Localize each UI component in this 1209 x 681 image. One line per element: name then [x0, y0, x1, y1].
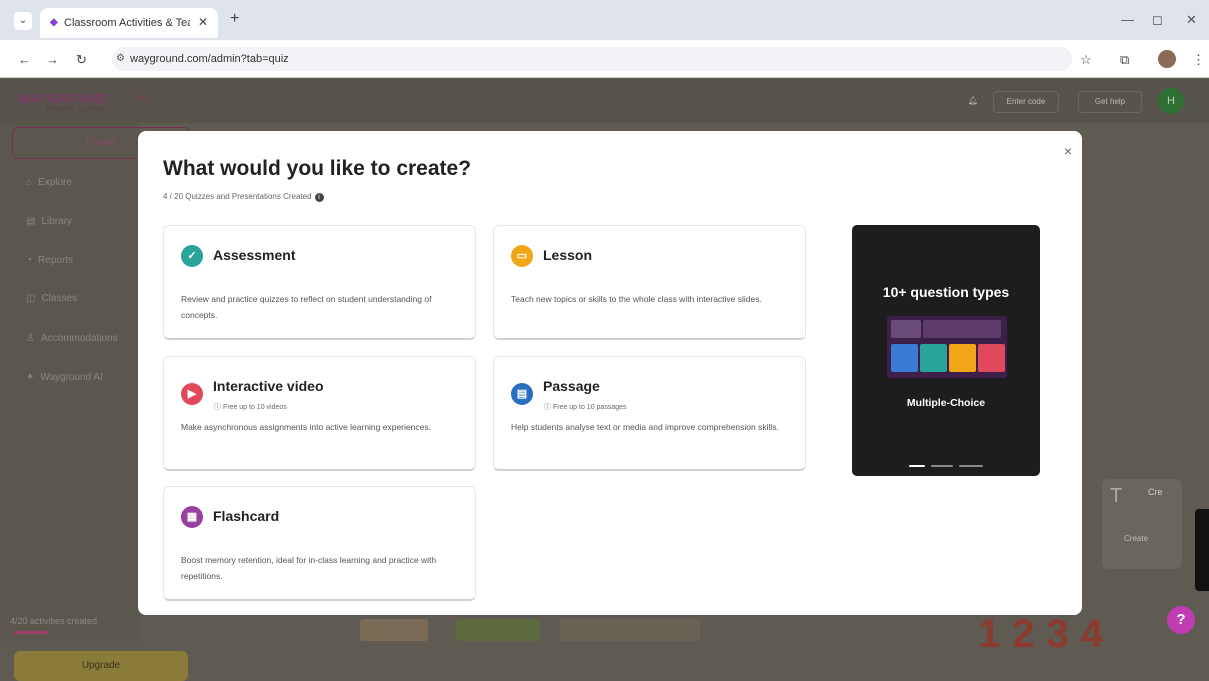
extensions-icon[interactable]: ⧉: [1120, 52, 1129, 68]
background-thumbnails: [360, 619, 780, 641]
background-decoration-numbers: 1234: [978, 612, 1115, 656]
text-icon: T: [1110, 485, 1123, 507]
card-description: Teach new topics or skills to the whole …: [511, 294, 762, 304]
video-play-icon: ▶: [181, 383, 203, 405]
browser-tab-strip: ⌄ ◆ Classroom Activities & Teachin ✕ + —…: [0, 0, 1209, 40]
url-field[interactable]: ⚙ wayground.com/admin?tab=quiz: [112, 47, 1072, 71]
create-card-lesson[interactable]: ▭ Lesson Teach new topics or skills to t…: [493, 225, 806, 340]
restore-icon[interactable]: ◻: [1152, 12, 1163, 28]
browser-tab[interactable]: ◆ Classroom Activities & Teachin ✕: [40, 8, 218, 38]
wayground-logo[interactable]: WAYGROUND formerly Quizizz: [18, 91, 109, 113]
upgrade-button[interactable]: Upgrade: [14, 651, 188, 681]
create-card-flashcard[interactable]: ▦ Flashcard Boost memory retention, idea…: [163, 486, 476, 601]
notification-bell-icon[interactable]: 🔔︎: [962, 91, 984, 113]
app-header: WAYGROUND formerly Quizizz Lite 🔔︎ Enter …: [0, 79, 1209, 123]
card-free-note: ⓘ Free up to 10 videos: [214, 404, 287, 411]
sidebar-item-reports[interactable]: ◔ Reports: [26, 255, 73, 266]
window-close-icon[interactable]: ✕: [1186, 12, 1197, 28]
back-icon[interactable]: ←: [18, 52, 31, 67]
sidebar: Create ⌂ Explore ▤ Library ◔ Reports ◫ Class…: [0, 123, 190, 681]
home-icon: ⌂: [26, 177, 33, 188]
browser-menu-icon[interactable]: ⋮: [1192, 52, 1205, 68]
card-title: Lesson: [543, 247, 593, 263]
info-icon: i: [314, 193, 324, 202]
plan-badge: Lite: [132, 93, 147, 103]
reload-icon[interactable]: ↻: [76, 52, 87, 68]
card-title: Interactive video: [213, 378, 324, 394]
minimize-icon[interactable]: —: [1121, 12, 1134, 27]
wayground-favicon-icon: ◆: [50, 17, 58, 28]
tab-search-button[interactable]: ⌄: [14, 12, 32, 30]
side-toolbar[interactable]: [1195, 509, 1209, 591]
create-modal: × What would you like to create? 4 / 20 …: [138, 131, 1082, 615]
modal-close-icon[interactable]: ×: [1064, 143, 1072, 159]
activities-progress-bar: [14, 631, 48, 634]
modal-subtitle: 4 / 20 Quizzes and Presentations Created…: [163, 192, 324, 202]
enter-code-button[interactable]: Enter code: [993, 91, 1059, 113]
forward-icon[interactable]: →: [46, 52, 59, 67]
browser-tab-title: Classroom Activities & Teachin: [64, 17, 190, 29]
promo-screenshot: [887, 316, 1007, 378]
card-description: Boost memory retention, ideal for in-cla…: [181, 555, 437, 581]
accommodations-icon: ♙: [26, 333, 35, 344]
site-settings-icon[interactable]: ⚙: [116, 47, 125, 71]
library-icon: ▤: [26, 216, 36, 227]
activities-created-count: 4/20 activities created: [10, 616, 98, 626]
reports-icon: ◔: [26, 255, 33, 266]
sidebar-item-library[interactable]: ▤ Library: [26, 216, 72, 227]
create-card-passage[interactable]: ▤ Passage ⓘ Free up to 10 passages Help …: [493, 356, 806, 471]
carousel-dots[interactable]: [909, 465, 983, 467]
get-help-button[interactable]: Get help: [1078, 91, 1142, 113]
address-bar-row: ← → ↻ ⚙ wayground.com/admin?tab=quiz ☆ ⧉…: [0, 40, 1209, 78]
create-card-interactive-video[interactable]: ▶ Interactive video ⓘ Free up to 10 vide…: [163, 356, 476, 471]
sidebar-item-accommodations[interactable]: ♙ Accommodations: [26, 333, 118, 344]
create-card-assessment[interactable]: ✓ Assessment Review and practice quizzes…: [163, 225, 476, 340]
passage-document-icon: ▤: [511, 383, 533, 405]
sidebar-item-explore[interactable]: ⌂ Explore: [26, 177, 72, 188]
card-title: Assessment: [213, 247, 296, 263]
profile-avatar[interactable]: [1158, 50, 1176, 68]
promo-heading: 10+ question types: [882, 284, 1010, 300]
lesson-icon: ▭: [511, 245, 533, 267]
modal-title: What would you like to create?: [163, 157, 472, 180]
bookmark-star-icon[interactable]: ☆: [1080, 52, 1092, 68]
classes-icon: ◫: [26, 293, 36, 304]
new-tab-button[interactable]: +: [230, 10, 239, 28]
card-description: Review and practice quizzes to reflect o…: [181, 294, 432, 320]
background-create-card: T Cre Create: [1102, 479, 1182, 569]
card-description: Make asynchronous assignments into activ…: [181, 422, 431, 432]
url-text: wayground.com/admin?tab=quiz: [130, 53, 289, 65]
card-free-note: ⓘ Free up to 10 passages: [544, 404, 627, 411]
promo-footer: Multiple-Choice: [906, 397, 986, 409]
sidebar-item-wayground-ai[interactable]: ✦ Wayground AI: [26, 372, 103, 383]
flashcard-icon: ▦: [181, 506, 203, 528]
assessment-icon: ✓: [181, 245, 203, 267]
ai-sparkle-icon: ✦: [26, 372, 35, 383]
user-avatar[interactable]: H: [1158, 88, 1184, 114]
question-types-promo: 10+ question types Multiple-Choice: [852, 225, 1040, 476]
close-tab-icon[interactable]: ✕: [198, 15, 208, 29]
card-title: Passage: [543, 378, 600, 394]
sidebar-item-classes[interactable]: ◫ Classes: [26, 293, 77, 304]
help-button[interactable]: ?: [1167, 606, 1195, 634]
card-title: Flashcard: [213, 508, 280, 524]
card-description: Help students analyse text or media and …: [511, 422, 779, 432]
